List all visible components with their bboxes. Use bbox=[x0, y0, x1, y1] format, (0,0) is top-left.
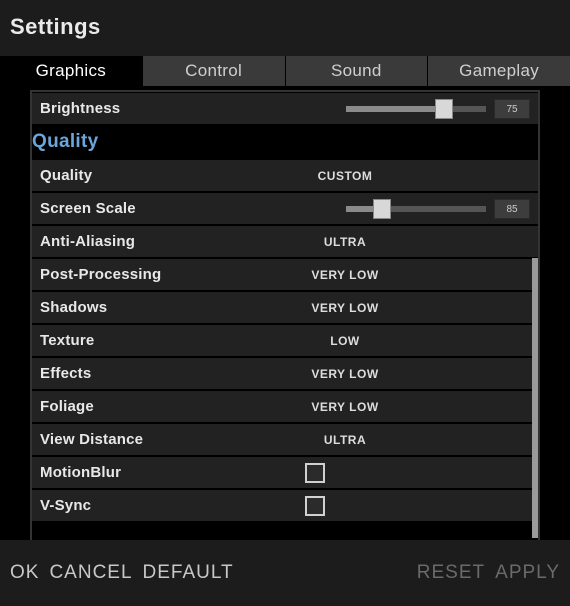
row-v-sync: V-Sync bbox=[32, 489, 538, 522]
slider-thumb[interactable] bbox=[373, 199, 391, 219]
tab-sound[interactable]: Sound bbox=[286, 56, 429, 86]
label-screen-scale: Screen Scale bbox=[40, 200, 136, 217]
row-motion-blur: MotionBlur bbox=[32, 456, 538, 489]
page-title: Settings bbox=[10, 14, 560, 40]
label-brightness: Brightness bbox=[40, 100, 120, 117]
label-quality: Quality bbox=[40, 167, 92, 184]
value-anti-aliasing: ULTRA bbox=[245, 235, 445, 249]
apply-button[interactable]: APPLY bbox=[495, 562, 560, 584]
row-brightness: Brightness 75 bbox=[32, 92, 538, 125]
tab-bar: Graphics Control Sound Gameplay bbox=[0, 56, 570, 86]
label-shadows: Shadows bbox=[40, 299, 107, 316]
label-effects: Effects bbox=[40, 365, 91, 382]
scrollbar[interactable] bbox=[532, 258, 538, 538]
row-effects[interactable]: Effects VERY LOW bbox=[32, 357, 538, 390]
ok-button[interactable]: OK bbox=[10, 562, 39, 584]
section-quality-label: Quality bbox=[32, 131, 99, 152]
footer: OK CANCEL DEFAULT RESET APPLY bbox=[0, 540, 570, 606]
row-quality[interactable]: Quality CUSTOM bbox=[32, 159, 538, 192]
slider-brightness[interactable]: 75 bbox=[346, 99, 530, 119]
slider-track[interactable] bbox=[346, 106, 486, 112]
row-screen-scale: Screen Scale 85 bbox=[32, 192, 538, 225]
row-anti-aliasing[interactable]: Anti-Aliasing ULTRA bbox=[32, 225, 538, 258]
label-foliage: Foliage bbox=[40, 398, 94, 415]
row-post-processing[interactable]: Post-Processing VERY LOW bbox=[32, 258, 538, 291]
label-post-processing: Post-Processing bbox=[40, 266, 161, 283]
tab-gameplay[interactable]: Gameplay bbox=[428, 56, 570, 86]
settings-scroll: Brightness 75 Quality Quality CUSTOM Scr… bbox=[30, 90, 540, 540]
row-texture[interactable]: Texture LOW bbox=[32, 324, 538, 357]
checkbox-v-sync[interactable] bbox=[305, 496, 325, 516]
label-v-sync: V-Sync bbox=[40, 497, 91, 514]
row-view-distance[interactable]: View Distance ULTRA bbox=[32, 423, 538, 456]
row-foliage[interactable]: Foliage VERY LOW bbox=[32, 390, 538, 423]
default-button[interactable]: DEFAULT bbox=[143, 562, 234, 584]
value-effects: VERY LOW bbox=[245, 367, 445, 381]
value-view-distance: ULTRA bbox=[245, 433, 445, 447]
row-shadows[interactable]: Shadows VERY LOW bbox=[32, 291, 538, 324]
slider-readout-brightness: 75 bbox=[494, 99, 530, 119]
value-texture: LOW bbox=[245, 334, 445, 348]
slider-readout-screen-scale: 85 bbox=[494, 199, 530, 219]
tab-control[interactable]: Control bbox=[143, 56, 286, 86]
reset-button[interactable]: RESET bbox=[417, 562, 485, 584]
slider-thumb[interactable] bbox=[435, 99, 453, 119]
label-view-distance: View Distance bbox=[40, 431, 143, 448]
slider-track[interactable] bbox=[346, 206, 486, 212]
value-shadows: VERY LOW bbox=[245, 301, 445, 315]
label-motion-blur: MotionBlur bbox=[40, 464, 121, 481]
tab-graphics[interactable]: Graphics bbox=[0, 56, 143, 86]
section-quality: Quality bbox=[32, 125, 538, 159]
header: Settings bbox=[0, 0, 570, 56]
value-post-processing: VERY LOW bbox=[245, 268, 445, 282]
value-foliage: VERY LOW bbox=[245, 400, 445, 414]
settings-panel: Brightness 75 Quality Quality CUSTOM Scr… bbox=[0, 86, 570, 540]
label-anti-aliasing: Anti-Aliasing bbox=[40, 233, 135, 250]
value-quality: CUSTOM bbox=[245, 169, 445, 183]
checkbox-motion-blur[interactable] bbox=[305, 463, 325, 483]
slider-screen-scale[interactable]: 85 bbox=[346, 199, 530, 219]
label-texture: Texture bbox=[40, 332, 94, 349]
cancel-button[interactable]: CANCEL bbox=[49, 562, 132, 584]
